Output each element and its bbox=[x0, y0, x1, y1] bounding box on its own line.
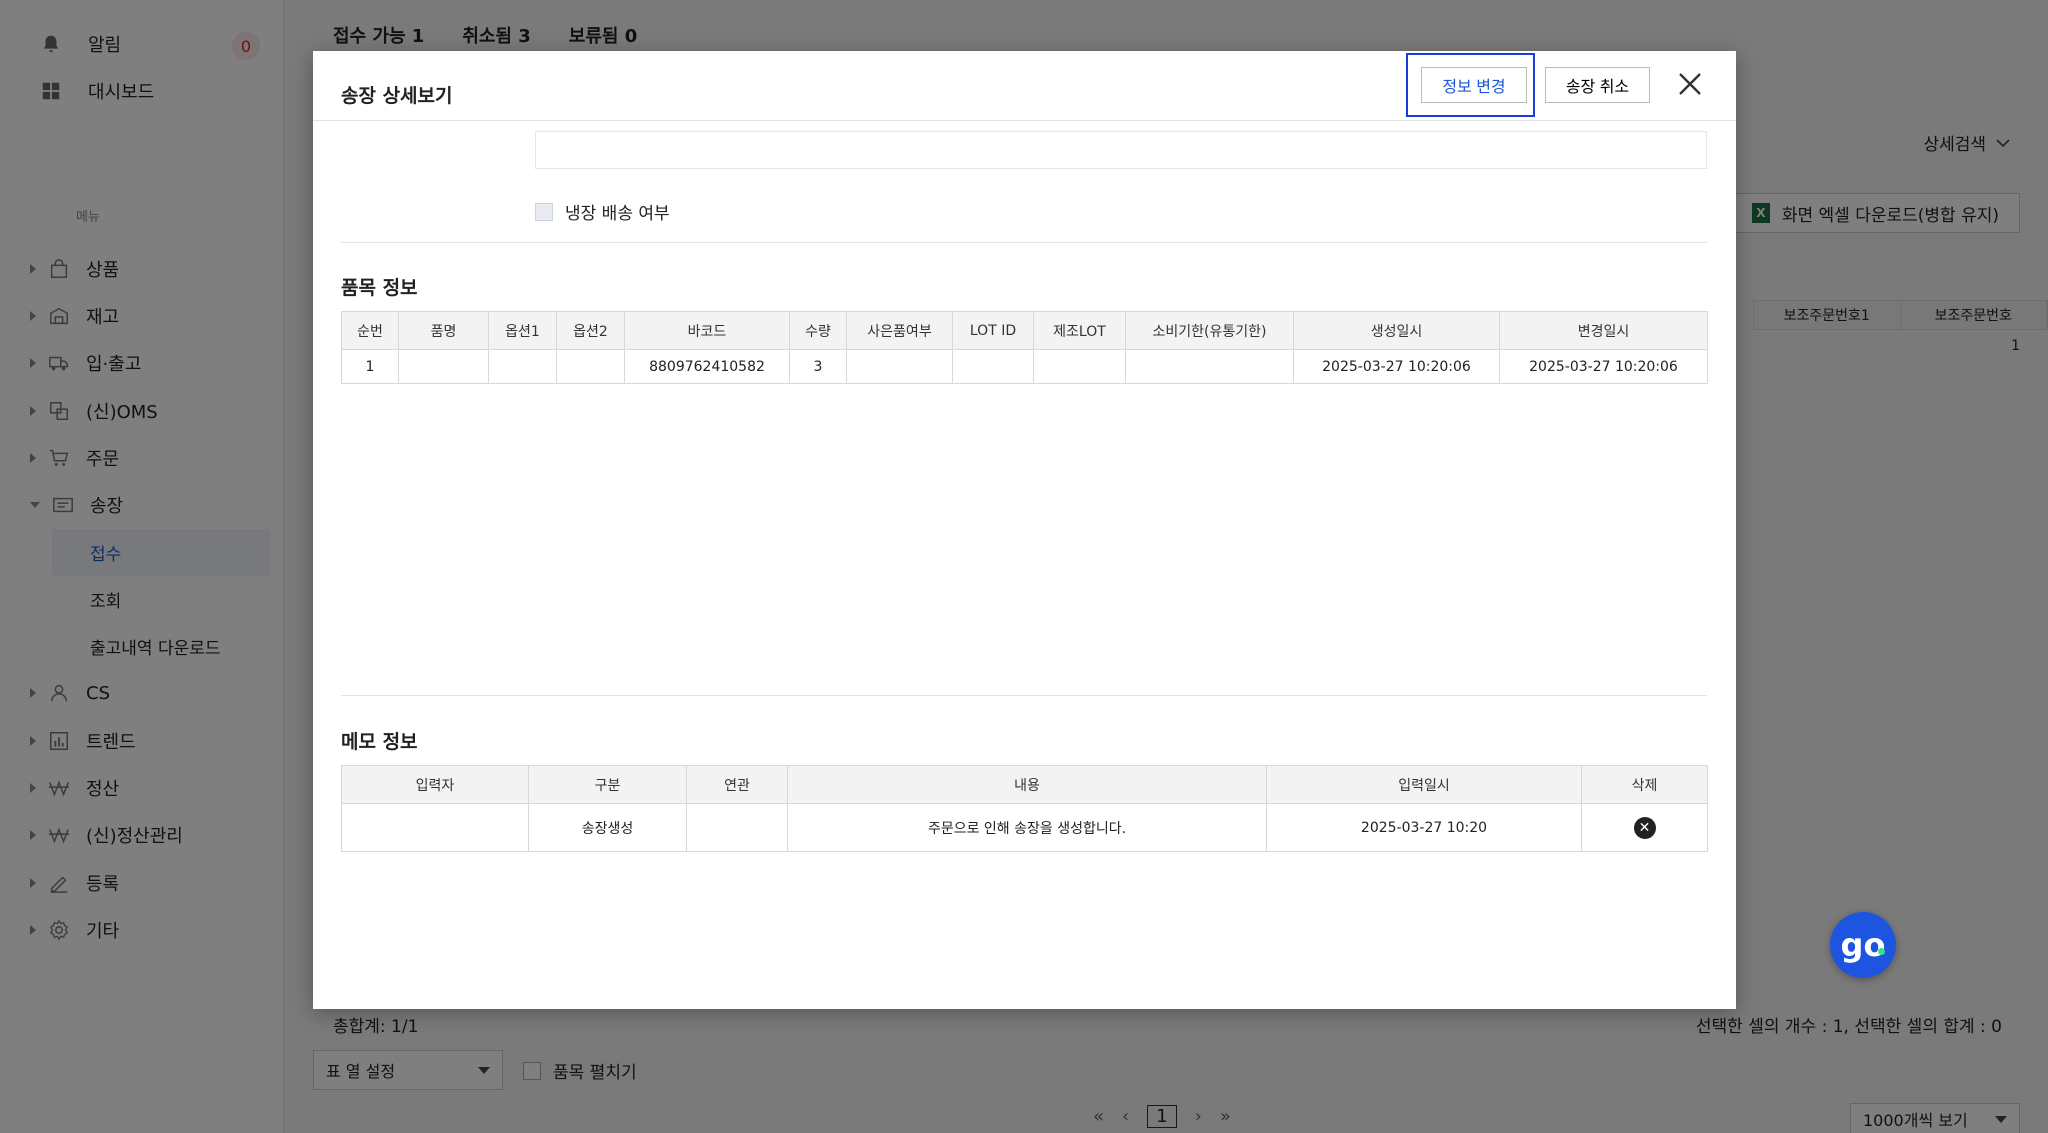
column-header[interactable]: 입력일시 bbox=[1266, 765, 1582, 804]
items-section-title: 품목 정보 bbox=[341, 277, 418, 299]
column-header[interactable]: 옵션1 bbox=[488, 311, 557, 350]
column-header[interactable]: 생성일시 bbox=[1293, 311, 1500, 350]
table-cell[interactable]: 2025-03-27 10:20 bbox=[1266, 803, 1582, 852]
invoice-detail-modal: 송장 상세보기 정보 변경 송장 취소 냉장 배송 여부 품목 정보 순번 품명… bbox=[313, 51, 1736, 1009]
column-header[interactable]: 연관 bbox=[686, 765, 788, 804]
section-divider bbox=[341, 242, 1707, 243]
table-cell[interactable] bbox=[846, 349, 953, 384]
column-header[interactable]: 사은품여부 bbox=[846, 311, 953, 350]
table-cell[interactable]: 3 bbox=[789, 349, 847, 384]
text-input-box[interactable] bbox=[535, 131, 1707, 169]
close-icon[interactable] bbox=[1675, 69, 1705, 99]
items-table-header-row: 순번 품명 옵션1 옵션2 바코드 수량 사은품여부 LOT ID 제조LOT … bbox=[341, 311, 1708, 350]
table-row[interactable]: 1 8809762410582 3 2025-03-27 10:20:06 20… bbox=[341, 349, 1708, 384]
table-cell[interactable] bbox=[686, 803, 788, 852]
table-cell[interactable]: 8809762410582 bbox=[624, 349, 790, 384]
table-cell[interactable]: 1 bbox=[341, 349, 399, 384]
column-header[interactable]: 구분 bbox=[528, 765, 687, 804]
table-cell[interactable]: 주문으로 인해 송장을 생성합니다. bbox=[787, 803, 1267, 852]
table-cell[interactable]: 2025-03-27 10:20:06 bbox=[1499, 349, 1708, 384]
cold-delivery-label: 냉장 배송 여부 bbox=[565, 204, 670, 224]
cold-delivery-checkbox[interactable] bbox=[535, 202, 553, 221]
table-cell[interactable] bbox=[556, 349, 625, 384]
column-header[interactable]: 옵션2 bbox=[556, 311, 625, 350]
table-cell[interactable] bbox=[1125, 349, 1294, 384]
delete-icon[interactable]: ✕ bbox=[1633, 816, 1656, 839]
column-header[interactable]: 내용 bbox=[787, 765, 1267, 804]
column-header[interactable]: LOT ID bbox=[952, 311, 1034, 350]
table-cell[interactable]: 송장생성 bbox=[528, 803, 687, 852]
column-header[interactable]: 수량 bbox=[789, 311, 847, 350]
column-header[interactable]: 삭제 bbox=[1581, 765, 1708, 804]
memo-table-header-row: 입력자 구분 연관 내용 입력일시 삭제 bbox=[341, 765, 1708, 804]
edit-info-button[interactable]: 정보 변경 bbox=[1421, 67, 1527, 103]
column-header[interactable]: 품명 bbox=[398, 311, 489, 350]
memo-delete-cell: ✕ bbox=[1581, 803, 1708, 852]
section-divider bbox=[341, 695, 1707, 696]
memo-section-title: 메모 정보 bbox=[341, 731, 418, 753]
chat-launcher-button[interactable]: go bbox=[1830, 912, 1896, 978]
column-header[interactable]: 소비기한(유통기한) bbox=[1125, 311, 1294, 350]
status-dot-icon bbox=[1878, 948, 1885, 955]
table-cell[interactable] bbox=[952, 349, 1034, 384]
memo-table: 입력자 구분 연관 내용 입력일시 삭제 송장생성 주문으로 인해 송장을 생성… bbox=[341, 765, 1708, 852]
items-table: 순번 품명 옵션1 옵션2 바코드 수량 사은품여부 LOT ID 제조LOT … bbox=[341, 311, 1708, 384]
table-row[interactable]: 송장생성 주문으로 인해 송장을 생성합니다. 2025-03-27 10:20… bbox=[341, 803, 1708, 852]
modal-header: 송장 상세보기 정보 변경 송장 취소 bbox=[313, 51, 1736, 121]
table-cell[interactable] bbox=[488, 349, 557, 384]
table-cell[interactable] bbox=[1033, 349, 1126, 384]
column-header[interactable]: 제조LOT bbox=[1033, 311, 1126, 350]
column-header[interactable]: 변경일시 bbox=[1499, 311, 1708, 350]
table-cell[interactable] bbox=[341, 803, 529, 852]
cancel-invoice-button[interactable]: 송장 취소 bbox=[1545, 67, 1650, 103]
column-header[interactable]: 순번 bbox=[341, 311, 399, 350]
modal-title: 송장 상세보기 bbox=[341, 85, 453, 107]
cold-delivery-option[interactable]: 냉장 배송 여부 bbox=[535, 199, 670, 224]
column-header[interactable]: 입력자 bbox=[341, 765, 529, 804]
table-cell[interactable] bbox=[398, 349, 489, 384]
table-cell[interactable]: 2025-03-27 10:20:06 bbox=[1293, 349, 1500, 384]
column-header[interactable]: 바코드 bbox=[624, 311, 790, 350]
